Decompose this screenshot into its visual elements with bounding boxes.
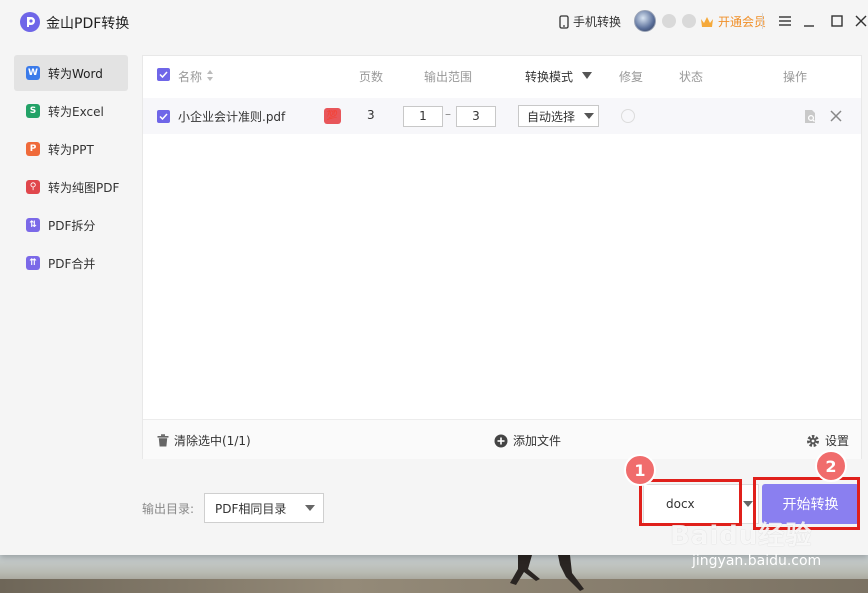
header-action: 操作 [783, 70, 808, 84]
image-pdf-icon: ⚲ [26, 180, 40, 194]
step-marker-1: 1 [624, 454, 656, 486]
sidebar-item-ppt[interactable]: P 转为PPT [14, 131, 128, 167]
maximize-icon[interactable] [828, 12, 846, 30]
app-window: 金山PDF转换 手机转换 开通会员 W 转为Word S 转为Excel P 转… [0, 0, 868, 555]
phone-icon [559, 14, 569, 29]
add-file-label: 添加文件 [513, 434, 562, 448]
header-name[interactable]: 名称 [178, 68, 202, 85]
range-from-input[interactable]: 1 [403, 106, 443, 127]
add-file-button[interactable]: 添加文件 [494, 432, 561, 449]
app-logo-icon [20, 12, 40, 32]
sidebar-item-merge[interactable]: ⇈ PDF合并 [14, 245, 128, 281]
ppt-icon: P [26, 142, 40, 156]
mobile-convert-button[interactable]: 手机转换 [558, 13, 621, 30]
step-marker-2: 2 [815, 450, 847, 482]
mobile-convert-label: 手机转换 [573, 15, 622, 29]
hundred-badge-icon: 💯 [324, 108, 341, 124]
merge-icon: ⇈ [26, 256, 40, 270]
sidebar-item-label: 转为PPT [48, 142, 94, 157]
table-header: 名称 页数 输出范围 转换模式 修复 状态 操作 [143, 56, 861, 94]
table-row[interactable]: 小企业会计准则.pdf 💯 3 1 – 3 自动选择 [143, 98, 861, 134]
minimize-icon[interactable] [800, 12, 818, 30]
sidebar-item-label: 转为Excel [48, 104, 104, 119]
sidebar-item-word[interactable]: W 转为Word [14, 55, 128, 91]
crown-icon [701, 16, 713, 27]
excel-icon: S [26, 104, 40, 118]
output-dir-value: PDF相同目录 [215, 501, 287, 516]
output-dir-label: 输出目录: [142, 502, 195, 516]
gear-icon [807, 434, 819, 447]
sidebar-item-split[interactable]: ⇅ PDF拆分 [14, 207, 128, 243]
clear-selected-label: 清除选中(1/1) [174, 434, 251, 448]
sidebar-item-label: PDF拆分 [48, 218, 96, 233]
running-figure [510, 555, 584, 591]
close-icon[interactable] [852, 12, 868, 30]
watermark-url: jingyan.baidu.com [692, 553, 822, 569]
header-mode[interactable]: 转换模式 [525, 68, 573, 85]
word-icon: W [26, 66, 40, 80]
mode-select[interactable]: 自动选择 [518, 105, 599, 127]
chevron-down-icon [743, 501, 753, 507]
file-name: 小企业会计准则.pdf [178, 110, 286, 124]
sidebar-item-label: PDF合并 [48, 256, 96, 271]
panel-footer: 清除选中(1/1) 添加文件 设置 [143, 419, 861, 459]
clear-selected-button[interactable]: 清除选中(1/1) [157, 432, 251, 449]
split-icon: ⇅ [26, 218, 40, 232]
sort-icon[interactable] [206, 69, 214, 82]
preview-icon[interactable] [803, 109, 817, 124]
header-repair: 修复 [619, 70, 644, 84]
sidebar-item-label: 转为纯图PDF [48, 180, 120, 195]
settings-label: 设置 [825, 434, 850, 448]
header-range: 输出范围 [424, 70, 473, 84]
baidu-watermark: Baidu经验 jingyan.baidu.com [670, 515, 860, 593]
header-status: 状态 [679, 70, 704, 84]
titlebar-divider [762, 13, 763, 29]
badge-icon [682, 14, 696, 28]
header-pages: 页数 [359, 70, 384, 84]
sidebar-item-label: 转为Word [48, 66, 103, 81]
row-checkbox[interactable] [157, 110, 170, 123]
sidebar-item-excel[interactable]: S 转为Excel [14, 93, 128, 129]
menu-icon[interactable] [776, 12, 794, 30]
watermark-brand: Baidu经验 [670, 521, 813, 551]
chevron-down-icon [584, 113, 594, 119]
sidebar: W 转为Word S 转为Excel P 转为PPT ⚲ 转为纯图PDF ⇅ P… [14, 55, 128, 283]
page-count: 3 [367, 108, 375, 122]
chevron-down-icon [305, 505, 315, 511]
vip-label: 开通会员 [718, 15, 767, 29]
file-list-panel: 名称 页数 输出范围 转换模式 修复 状态 操作 小企业会计准则.pdf 💯 3… [142, 55, 862, 459]
output-dir-select[interactable]: PDF相同目录 [204, 493, 324, 523]
range-dash: – [445, 107, 451, 121]
trash-icon [157, 434, 169, 447]
badge-icon [662, 14, 676, 28]
repair-check-icon [621, 109, 635, 123]
select-all-checkbox[interactable] [157, 68, 170, 81]
settings-button[interactable]: 设置 [806, 432, 849, 449]
mode-select-value: 自动选择 [527, 109, 576, 124]
app-title: 金山PDF转换 [46, 16, 130, 32]
remove-icon[interactable] [830, 110, 842, 122]
vip-button[interactable]: 开通会员 [700, 13, 766, 30]
range-to-input[interactable]: 3 [456, 106, 496, 127]
user-avatar[interactable] [634, 10, 656, 32]
title-bar: 金山PDF转换 手机转换 开通会员 [0, 0, 868, 42]
plus-circle-icon [494, 434, 508, 447]
chevron-down-icon[interactable] [582, 72, 592, 79]
sidebar-item-image-pdf[interactable]: ⚲ 转为纯图PDF [14, 169, 128, 205]
